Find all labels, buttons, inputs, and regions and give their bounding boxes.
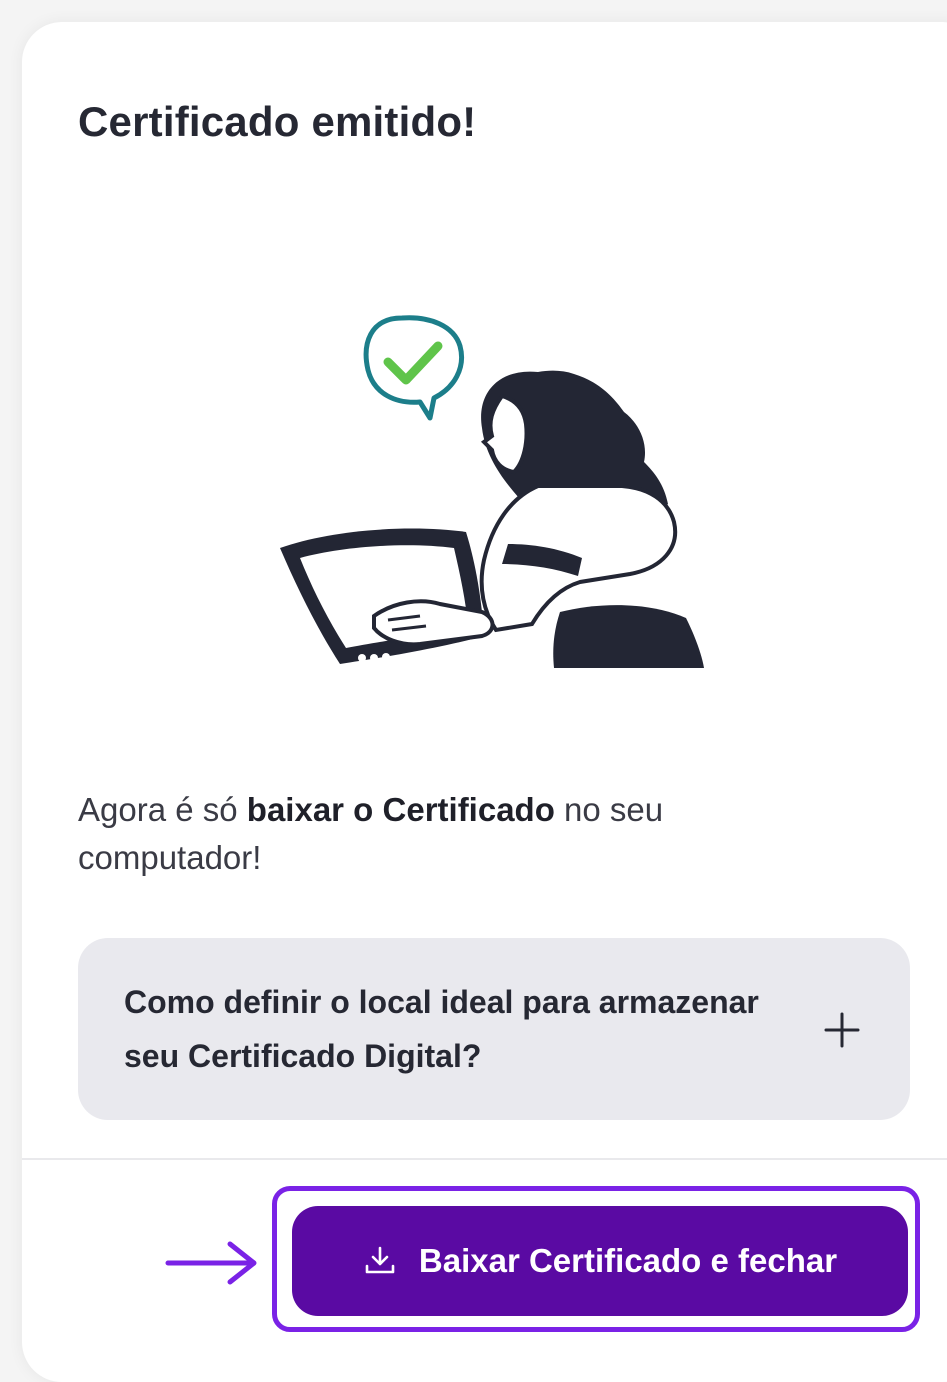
arrow-right-icon	[165, 1241, 257, 1285]
dialog-title: Certificado emitido!	[78, 98, 477, 145]
woman-at-laptop-illustration	[270, 312, 710, 682]
download-icon	[365, 1246, 395, 1274]
storage-faq-accordion[interactable]: Como definir o local ideal para armazena…	[78, 938, 910, 1120]
footer-divider	[22, 1158, 947, 1160]
plus-icon[interactable]	[822, 1010, 862, 1050]
dialog-card	[22, 22, 947, 1382]
download-button-label: Baixar Certificado e fechar	[418, 1242, 838, 1279]
accordion-question: Como definir o local ideal para armazena…	[124, 984, 759, 1074]
download-instruction-emphasis: baixar o Certificado	[246, 791, 555, 828]
download-instruction: Agora é só baixar o Certificado no seu c…	[78, 791, 664, 876]
check-bubble-icon	[363, 315, 464, 421]
download-and-close-button[interactable]: Baixar Certificado e fechar	[292, 1206, 908, 1316]
